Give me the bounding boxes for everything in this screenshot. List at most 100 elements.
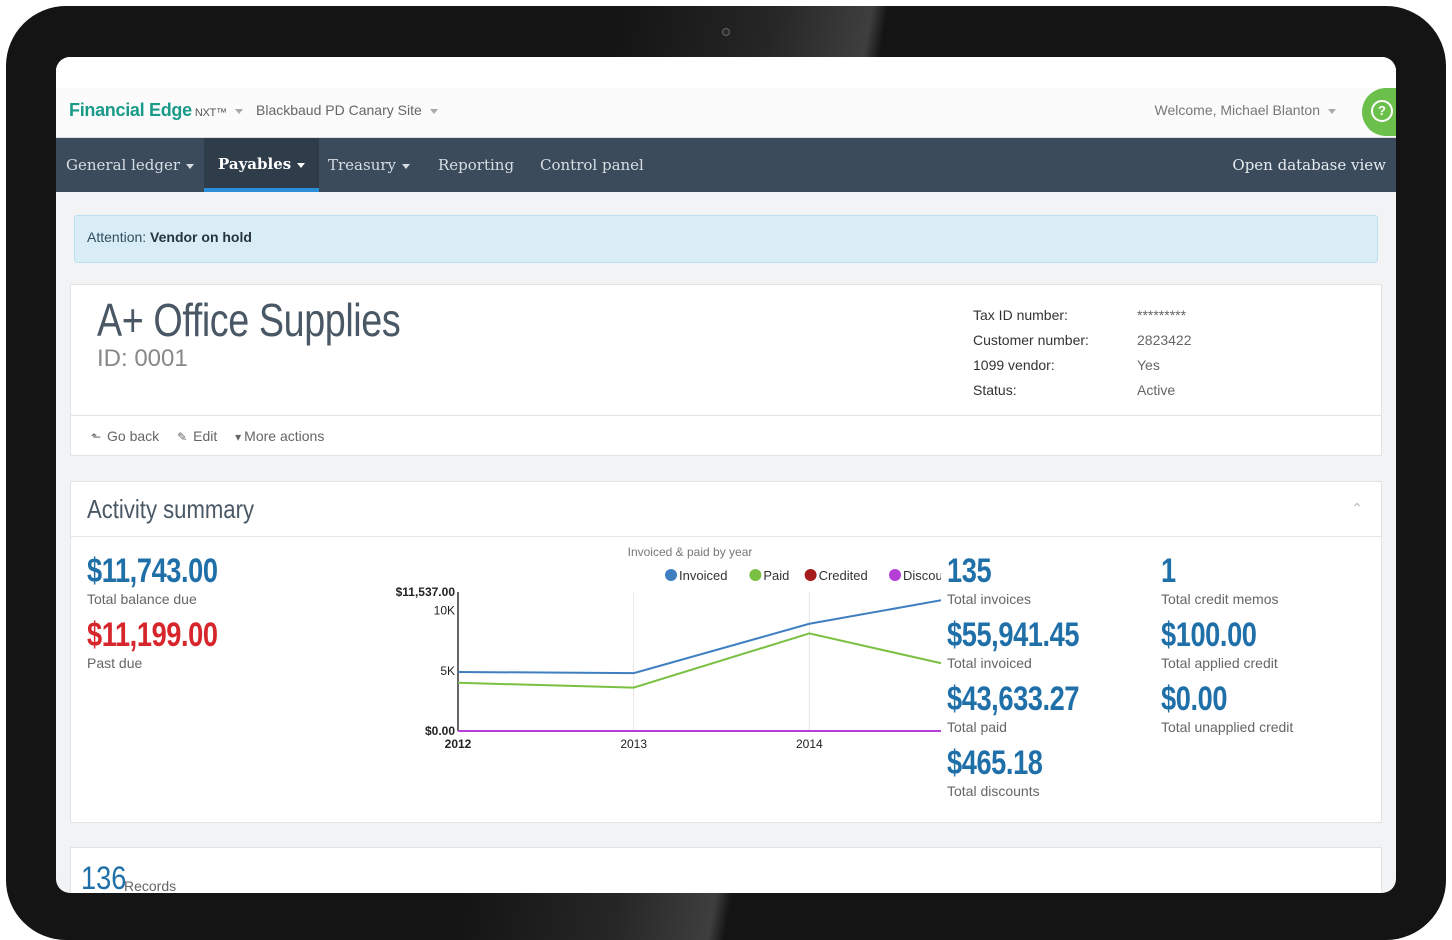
question-circle-icon: ? <box>1371 100 1393 122</box>
stat-value: $0.00 <box>1161 680 1228 718</box>
invoiced-paid-chart: Invoiced & paid by year Invoiced Paid Credi… <box>396 545 941 751</box>
meta-label: Tax ID number: <box>973 307 1068 323</box>
vendor-name: A+ Office Supplies <box>97 294 401 346</box>
stat-value: 1 <box>1161 552 1176 590</box>
meta-row-tax-id: Tax ID number: ********* <box>973 303 1192 328</box>
caret-down-icon: ▾ <box>235 430 242 444</box>
nav-control-panel[interactable]: Control panel <box>540 138 644 192</box>
legend-label-credited: Credited <box>819 568 868 583</box>
vendor-id: ID: 0001 <box>97 345 188 372</box>
meta-value: Active <box>1137 382 1176 398</box>
screen: Financial Edge NXT™ Blackbaud PD Canary S… <box>56 57 1396 893</box>
stat-total-paid: $43,633.27 Total paid <box>947 680 1112 735</box>
records-label: Records <box>124 878 177 893</box>
legend-marker-credited <box>804 569 817 581</box>
stat-label: Total invoices <box>947 591 1032 607</box>
chevron-up-icon[interactable]: ⌃ <box>1351 500 1363 517</box>
chevron-down-icon <box>234 108 243 114</box>
stat-value: $11,199.00 <box>87 616 218 654</box>
stat-value: $11,743.00 <box>87 552 218 590</box>
legend-marker-paid <box>749 569 762 581</box>
meta-label: Customer number: <box>973 332 1089 348</box>
top-bar-inner: Financial Edge NXT™ Blackbaud PD Canary S… <box>56 88 1396 138</box>
chevron-down-icon <box>429 108 438 114</box>
meta-value: Yes <box>1137 357 1160 373</box>
stat-label: Total unapplied credit <box>1161 719 1294 735</box>
help-button[interactable]: ? <box>1362 88 1396 136</box>
alert-prefix: Attention: <box>87 229 147 245</box>
user-menu[interactable]: Welcome, Michael Blanton <box>1155 102 1336 118</box>
nav-treasury[interactable]: Treasury <box>328 138 410 192</box>
stat-label: Total paid <box>947 719 1007 735</box>
stat-total-invoiced: $55,941.45 Total invoiced <box>947 616 1112 671</box>
vendor-on-hold-alert: Attention: Vendor on hold <box>74 215 1378 263</box>
more-actions-label: More actions <box>244 428 325 444</box>
meta-value: 2823422 <box>1137 332 1192 348</box>
nav-label: General ledger <box>66 156 181 174</box>
brand-logo[interactable]: Financial Edge NXT™ <box>69 100 243 121</box>
chevron-down-icon <box>186 163 195 169</box>
series-line-invoiced <box>457 599 941 675</box>
welcome-text: Welcome, Michael Blanton <box>1154 102 1320 118</box>
legend-label-paid: Paid <box>763 568 789 583</box>
site-name: Blackbaud PD Canary Site <box>256 102 422 118</box>
nav-label: Treasury <box>328 156 396 174</box>
records-panel: 136 Records <box>70 847 1382 893</box>
activity-summary-title: Activity summary <box>87 494 254 524</box>
go-back-button[interactable]: ⬑ Go back <box>91 428 159 444</box>
legend-marker-invoiced <box>665 569 677 581</box>
more-actions-button[interactable]: ▾ More actions <box>235 428 324 444</box>
nav-general-ledger[interactable]: General ledger <box>66 138 195 192</box>
meta-value: ********* <box>1137 307 1187 323</box>
nav-reporting[interactable]: Reporting <box>438 138 514 192</box>
tablet-frame: Financial Edge NXT™ Blackbaud PD Canary S… <box>6 6 1446 940</box>
brand-name: Financial Edge <box>69 100 192 120</box>
records-count: 136 <box>81 860 127 893</box>
meta-row-status: Status: Active <box>973 378 1192 403</box>
nav-payables[interactable]: Payables <box>204 138 320 192</box>
open-database-view-link[interactable]: Open database view <box>1232 138 1386 192</box>
vendor-action-bar: ⬑ Go back ✎ Edit ▾ More actions <box>71 415 1381 457</box>
legend-marker-discounted <box>889 569 901 581</box>
y-tick-label: $11,537.00 <box>396 585 456 599</box>
stat-label: Total invoiced <box>947 655 1032 671</box>
meta-label: 1099 vendor: <box>973 357 1055 373</box>
stat-label: Total applied credit <box>1161 655 1278 671</box>
top-bar: Financial Edge NXT™ Blackbaud PD Canary S… <box>56 57 1396 138</box>
stat-total-balance-due: $11,743.00 Total balance due <box>87 552 250 607</box>
stat-value: $465.18 <box>947 744 1043 782</box>
stat-label: Total discounts <box>947 783 1040 799</box>
brand-suffix: NXT™ <box>194 107 227 119</box>
x-tick-label: 2014 <box>796 737 823 751</box>
vendor-meta: Tax ID number: ********* Customer number… <box>973 303 1192 403</box>
pencil-icon: ✎ <box>177 430 188 444</box>
edit-label: Edit <box>193 428 218 444</box>
chevron-down-icon <box>297 162 306 168</box>
stat-label: Total balance due <box>87 591 197 607</box>
stat-total-applied-credit: $100.00 Total applied credit <box>1161 616 1280 671</box>
camera-icon <box>722 28 730 36</box>
site-selector[interactable]: Blackbaud PD Canary Site <box>256 102 438 118</box>
legend-label-discounted: Discounted <box>903 568 941 583</box>
meta-label: Status: <box>973 382 1017 398</box>
stat-past-due: $11,199.00 Past due <box>87 616 250 671</box>
chart-title: Invoiced & paid by year <box>628 545 753 559</box>
go-back-icon: ⬑ <box>91 430 102 444</box>
divider <box>71 536 1381 537</box>
nav-label: Control panel <box>540 156 644 174</box>
nav-label: Payables <box>218 155 292 173</box>
stat-value: $43,633.27 <box>947 680 1080 718</box>
chevron-down-icon <box>1328 108 1336 114</box>
y-tick-label: $0.00 <box>425 724 455 738</box>
edit-button[interactable]: ✎ Edit <box>177 428 217 444</box>
nav-label: Reporting <box>438 156 515 174</box>
y-tick-label: 10K <box>434 604 455 618</box>
stat-label: Total credit memos <box>1161 591 1279 607</box>
stat-label: Past due <box>87 655 143 671</box>
vendor-header-panel: A+ Office Supplies ID: 0001 Tax ID numbe… <box>70 284 1382 456</box>
y-tick-label: 5K <box>440 664 455 678</box>
stat-value: 135 <box>947 552 992 590</box>
series-line-paid <box>457 632 941 689</box>
meta-row-customer-number: Customer number: 2823422 <box>973 328 1192 353</box>
x-tick-label: 2012 <box>445 737 472 751</box>
